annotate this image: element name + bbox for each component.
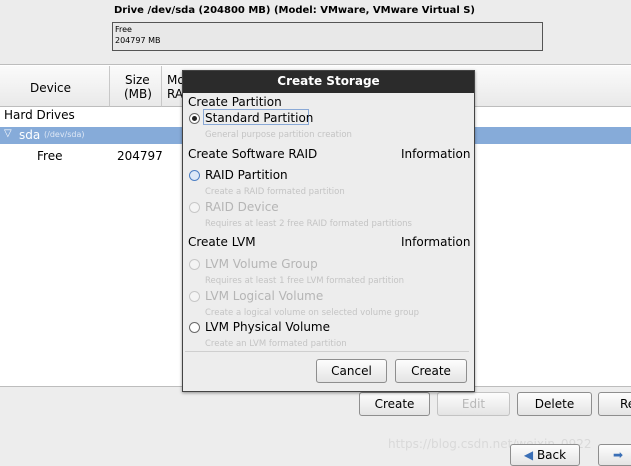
radio-raid-partition[interactable]: [189, 170, 200, 181]
column-header-size[interactable]: Size (MB): [110, 66, 162, 107]
option-lvm-volume-group[interactable]: LVM Volume Group: [205, 257, 318, 271]
drive-usage-bar[interactable]: Free 204797 MB: [112, 22, 543, 51]
column-header-size-label: Size: [125, 73, 150, 87]
lvm-information-link[interactable]: Information: [401, 235, 470, 249]
back-arrow-icon: ◀: [523, 448, 534, 462]
section-create-partition: Create Partition: [188, 95, 282, 109]
radio-raid-device[interactable]: [189, 202, 200, 213]
next-arrow-icon: ➡: [612, 448, 624, 462]
desc-standard-partition: General purpose partition creation: [205, 130, 352, 140]
option-raid-device[interactable]: RAID Device: [205, 200, 279, 214]
delete-button[interactable]: Delete: [517, 392, 592, 416]
drive-free-label: Free: [115, 25, 132, 34]
drive-title: Drive /dev/sda (204800 MB) (Model: VMwar…: [114, 5, 476, 16]
dialog-titlebar[interactable]: Create Storage: [183, 71, 474, 93]
desc-raid-partition: Create a RAID formated partition: [205, 187, 345, 197]
sda-device-name: sda: [19, 128, 41, 142]
radio-lvm-logical-volume[interactable]: [189, 291, 200, 302]
desc-lvm-volume-group: Requires at least 1 free LVM formated pa…: [205, 276, 405, 286]
desc-lvm-physical-volume: Create an LVM formated partition: [205, 339, 347, 349]
column-header-device-label: Device: [30, 81, 72, 95]
tree-row-free-label[interactable]: Free: [37, 149, 62, 163]
dialog-create-button[interactable]: Create: [395, 359, 467, 383]
sda-device-path: (/dev/sda): [44, 130, 85, 139]
option-raid-partition[interactable]: RAID Partition: [205, 168, 288, 182]
drive-free-size: 204797 MB: [115, 36, 161, 45]
create-storage-dialog: Create Storage Create Partition Standard…: [182, 70, 475, 392]
reset-button[interactable]: Re: [598, 392, 631, 416]
dialog-title: Create Storage: [277, 74, 380, 88]
expander-arrow-icon[interactable]: ▽: [4, 128, 12, 139]
radio-lvm-physical-volume[interactable]: [189, 322, 200, 333]
option-lvm-logical-volume[interactable]: LVM Logical Volume: [205, 289, 323, 303]
create-button[interactable]: Create: [359, 392, 430, 416]
edit-button[interactable]: Edit: [437, 392, 510, 416]
tree-group-hard-drives[interactable]: Hard Drives: [4, 108, 75, 122]
desc-lvm-logical-volume: Create a logical volume on selected volu…: [205, 308, 420, 318]
column-header-mount-label-2: RA: [167, 87, 184, 101]
radio-lvm-volume-group[interactable]: [189, 259, 200, 270]
section-create-lvm: Create LVM: [188, 235, 256, 249]
option-lvm-physical-volume[interactable]: LVM Physical Volume: [205, 320, 330, 334]
option-standard-partition[interactable]: Standard Partition: [205, 111, 313, 125]
column-header-device[interactable]: Device: [0, 66, 110, 107]
back-button-label: Back: [536, 448, 567, 462]
section-create-software-raid: Create Software RAID: [188, 147, 318, 161]
tree-row-free-size: 204797: [117, 149, 163, 163]
radio-standard-partition[interactable]: [189, 113, 200, 124]
drive-summary: Drive /dev/sda (204800 MB) (Model: VMwar…: [0, 0, 631, 65]
cancel-button[interactable]: Cancel: [316, 359, 387, 383]
desc-raid-device: Requires at least 2 free RAID formated p…: [205, 219, 412, 229]
dialog-separator: [185, 351, 469, 352]
column-header-size-unit: (MB): [124, 87, 152, 101]
raid-information-link[interactable]: Information: [401, 147, 470, 161]
